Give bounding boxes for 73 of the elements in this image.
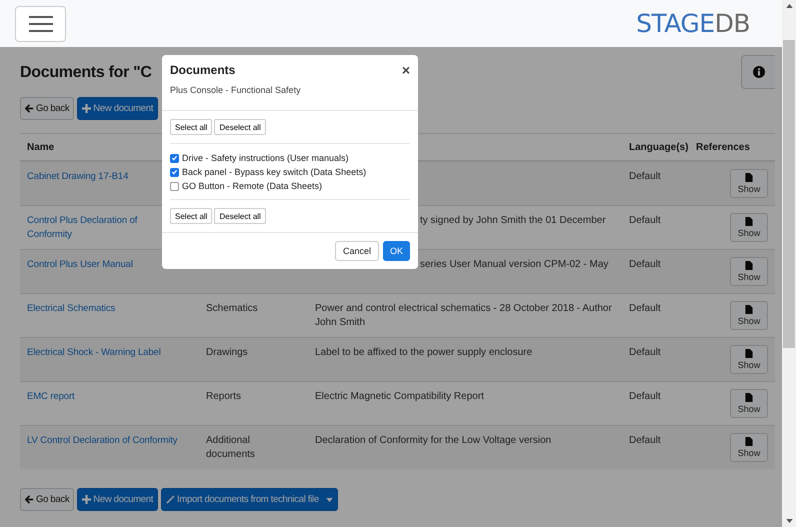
left-arrow-icon	[25, 495, 34, 504]
show-button[interactable]: Show	[730, 389, 768, 418]
checkbox-label[interactable]: Back panel - Bypass key switch (Data Sheets)	[182, 167, 366, 177]
magic-wand-icon	[166, 495, 176, 504]
file-icon	[745, 261, 753, 270]
table-cell: ty signed by John Smith the 01 December	[420, 215, 606, 226]
scrollbar[interactable]	[782, 0, 796, 527]
table-cell: Default	[629, 347, 661, 358]
show-button[interactable]: Show	[730, 301, 768, 330]
show-button[interactable]: Show	[730, 345, 768, 374]
dialog-subtitle: Plus Console - Functional Safety	[162, 77, 418, 111]
checkbox-label[interactable]: Drive - Safety instructions (User manuals)	[182, 153, 349, 163]
menu-button[interactable]	[15, 6, 66, 42]
table-cell: Additional documents	[206, 435, 255, 460]
ok-button[interactable]: OK	[382, 241, 410, 261]
plus-icon	[82, 495, 92, 504]
table-cell: Reports	[206, 391, 242, 402]
scroll-up-icon[interactable]	[786, 4, 792, 8]
document-link[interactable]: Electrical Schematics	[27, 302, 116, 316]
deselect-all-button[interactable]: Deselect all	[214, 119, 266, 135]
table-cell: Declaration of Conformity for the Low Voltage version	[315, 435, 552, 446]
new-document-button[interactable]: New document	[77, 488, 158, 511]
checkbox[interactable]	[170, 154, 179, 162]
column-header: Language(s)	[629, 142, 688, 152]
go-back-button[interactable]: Go back	[20, 97, 74, 120]
checkbox-label[interactable]: GO Button - Remote (Data Sheets)	[182, 181, 322, 191]
table-cell: Default	[629, 391, 661, 402]
file-icon	[745, 305, 753, 314]
table-cell: Drawings	[206, 347, 248, 358]
file-icon	[745, 393, 753, 402]
document-link[interactable]: EMC report	[27, 390, 75, 404]
file-icon	[745, 173, 753, 182]
show-button[interactable]: Show	[730, 169, 768, 198]
table-cell: series User Manual version CPM-02 - May	[420, 259, 608, 270]
menu-icon	[28, 14, 52, 32]
table-cell: Default	[629, 435, 661, 446]
close-button[interactable]: ×	[402, 63, 410, 77]
plus-icon	[82, 104, 92, 113]
checkbox[interactable]	[170, 168, 179, 176]
show-button[interactable]: Show	[730, 257, 768, 286]
document-link[interactable]: Cabinet Drawing 17-B14	[27, 170, 128, 184]
select-all-button[interactable]: Select all	[170, 119, 212, 135]
table-cell: Schematics	[206, 303, 258, 314]
cancel-button[interactable]: Cancel	[334, 241, 379, 261]
left-arrow-icon	[25, 104, 34, 113]
page-title: Documents for "C	[20, 64, 152, 82]
info-icon	[752, 66, 764, 78]
caret-icon	[326, 498, 333, 502]
logo[interactable]: STAGEDB	[636, 9, 750, 38]
go-back-button[interactable]: Go back	[20, 488, 74, 511]
table-cell: Power and control electrical schematics - 28 October 2018 - Author John Smith	[315, 303, 612, 328]
table-cell: Electric Magnetic Compatibility Report	[315, 391, 484, 402]
select-all-button[interactable]: Select all	[170, 208, 212, 224]
document-link[interactable]: Control Plus User Manual	[27, 258, 133, 272]
table-cell: Default	[629, 259, 661, 270]
table-cell: Default	[629, 171, 661, 182]
file-icon	[745, 217, 753, 226]
deselect-all-button[interactable]: Deselect all	[214, 208, 266, 224]
checkbox[interactable]	[170, 182, 179, 190]
table-cell: Default	[629, 215, 661, 226]
table-cell: Default	[629, 303, 661, 314]
scroll-down-icon[interactable]	[786, 519, 792, 523]
column-header: References	[696, 142, 750, 152]
file-icon	[745, 437, 753, 446]
file-icon	[745, 349, 753, 358]
import-button[interactable]: Import documents from technical file	[161, 488, 338, 511]
table-cell: Label to be affixed to the power supply enclosure	[315, 347, 532, 358]
info-button[interactable]	[741, 55, 775, 89]
column-header: Name	[27, 142, 54, 152]
show-button[interactable]: Show	[730, 213, 768, 242]
show-button[interactable]: Show	[730, 433, 768, 462]
new-document-button[interactable]: New document	[77, 97, 158, 120]
dialog-title: Documents	[170, 63, 236, 77]
